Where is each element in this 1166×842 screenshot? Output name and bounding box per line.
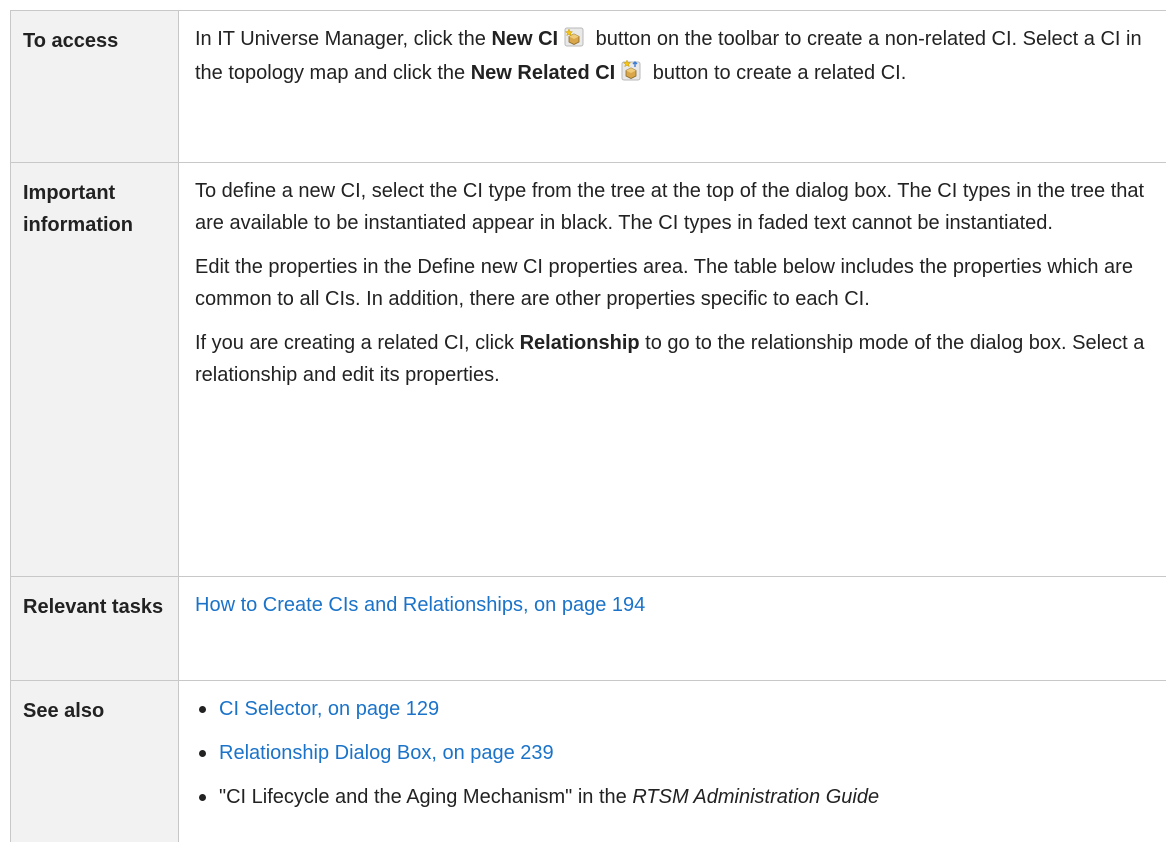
- new-ci-label: New CI: [491, 28, 558, 50]
- new-ci-icon: [564, 25, 584, 57]
- list-item: Relationship Dialog Box, on page 239: [195, 737, 1152, 769]
- row-to-access: To access In IT Universe Manager, click …: [11, 11, 1166, 163]
- row-see-also: See also CI Selector, on page 129 Relati…: [11, 681, 1166, 842]
- important-p3-text-a: If you are creating a related CI, click: [195, 332, 520, 354]
- important-paragraph-3: If you are creating a related CI, click …: [195, 327, 1152, 391]
- info-table: To access In IT Universe Manager, click …: [10, 10, 1166, 842]
- access-text-3: button to create a related CI.: [647, 62, 906, 84]
- rtsm-guide-title: RTSM Administration Guide: [632, 786, 879, 808]
- relationship-label: Relationship: [520, 332, 640, 354]
- list-item: CI Selector, on page 129: [195, 693, 1152, 725]
- see-also-list: CI Selector, on page 129 Relationship Di…: [195, 693, 1152, 813]
- new-related-ci-label: New Related CI: [471, 62, 615, 84]
- bullet-icon: [199, 706, 206, 713]
- label-see-also: See also: [11, 681, 179, 842]
- new-related-ci-icon: [621, 59, 641, 91]
- relationship-dialog-box-link[interactable]: Relationship Dialog Box, on page 239: [219, 742, 554, 764]
- access-paragraph: In IT Universe Manager, click the New CI…: [195, 23, 1152, 91]
- content-to-access: In IT Universe Manager, click the New CI…: [179, 11, 1166, 163]
- row-relevant-tasks: Relevant tasks How to Create CIs and Rel…: [11, 577, 1166, 681]
- access-text-1: In IT Universe Manager, click the: [195, 28, 491, 50]
- bullet-icon: [199, 794, 206, 801]
- bullet-icon: [199, 750, 206, 757]
- content-important-information: To define a new CI, select the CI type f…: [179, 163, 1166, 577]
- how-to-create-cis-link[interactable]: How to Create CIs and Relationships, on …: [195, 594, 645, 616]
- row-important-information: Important information To define a new CI…: [11, 163, 1166, 577]
- list-item: "CI Lifecycle and the Aging Mechanism" i…: [195, 781, 1152, 813]
- label-relevant-tasks: Relevant tasks: [11, 577, 179, 681]
- content-relevant-tasks: How to Create CIs and Relationships, on …: [179, 577, 1166, 681]
- ci-lifecycle-text: "CI Lifecycle and the Aging Mechanism" i…: [219, 786, 632, 808]
- content-see-also: CI Selector, on page 129 Relationship Di…: [179, 681, 1166, 842]
- ci-selector-link[interactable]: CI Selector, on page 129: [219, 698, 439, 720]
- label-important-information: Important information: [11, 163, 179, 577]
- important-paragraph-1: To define a new CI, select the CI type f…: [195, 175, 1152, 239]
- important-paragraph-2: Edit the properties in the Define new CI…: [195, 251, 1152, 315]
- label-to-access: To access: [11, 11, 179, 163]
